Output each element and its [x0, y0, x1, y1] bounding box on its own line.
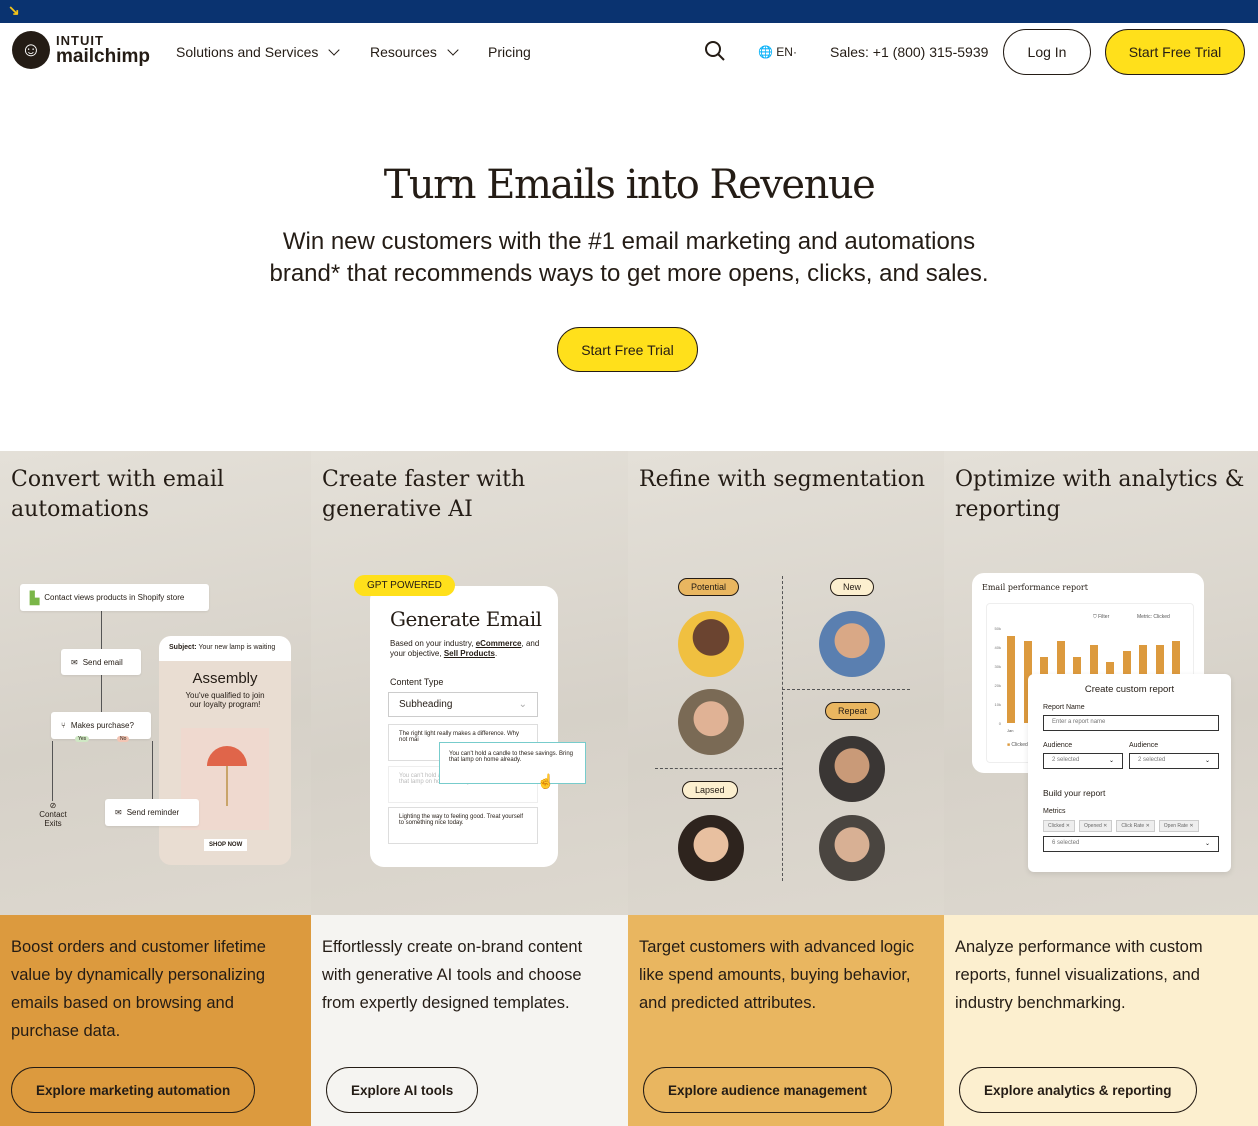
logo-mailchimp: mailchimp: [56, 46, 150, 67]
nav-solutions[interactable]: Solutions and Services: [176, 44, 341, 60]
envelope-icon: ✉: [71, 657, 78, 667]
chevron-down-icon: ⌄: [518, 699, 527, 710]
gpt-powered-badge: GPT POWERED: [354, 575, 455, 596]
feature-title: Convert with email automations: [11, 467, 224, 522]
mailchimp-logo[interactable]: ☺ INTUIT mailchimp: [12, 31, 150, 69]
feature-desc: Target customers with advanced logic lik…: [639, 938, 915, 1012]
feature-ai: Create faster with generative AI Generat…: [311, 451, 628, 1126]
avatar: [678, 689, 744, 755]
chevron-down-icon: [447, 44, 459, 56]
trigger-step: ▙ Contact views products in Shopify store: [20, 584, 209, 611]
y-tick: 20k: [994, 683, 1001, 688]
feature-desc: Analyze performance with custom reports,…: [955, 938, 1203, 1012]
metric-chip[interactable]: Click Rate ✕: [1116, 820, 1155, 832]
metric-chip[interactable]: Open Rate ✕: [1158, 820, 1199, 832]
audience-select[interactable]: 2 selected ⌄: [1043, 753, 1123, 769]
language-selector[interactable]: 🌐 EN·: [758, 45, 797, 59]
avatar: [678, 815, 744, 881]
no-tag: No: [117, 736, 130, 742]
top-banner: ↘: [0, 0, 1258, 23]
feature-desc: Boost orders and customer lifetime value…: [11, 938, 266, 1040]
hero-start-trial-button[interactable]: Start Free Trial: [557, 327, 698, 372]
segment-potential: Potential: [678, 578, 740, 596]
check-circle-icon: ⊘: [49, 801, 57, 810]
main-nav: ☺ INTUIT mailchimp Solutions and Services…: [0, 23, 1258, 81]
arrow-down-right-icon[interactable]: ↘: [8, 2, 20, 19]
custom-report-modal: Create custom report Report Name Enter a…: [1028, 674, 1231, 872]
yes-tag: Yes: [75, 736, 90, 742]
email-preview: Subject: Your new lamp is waiting Assemb…: [159, 636, 291, 865]
shopify-icon: ▙: [30, 590, 40, 605]
segment-lapsed: Lapsed: [682, 781, 738, 799]
explore-ai-button[interactable]: Explore AI tools: [326, 1067, 479, 1113]
hand-cursor-icon: ☝: [537, 773, 555, 789]
feature-segmentation: Refine with segmentation Potential New R…: [628, 451, 944, 1126]
y-tick: 0: [998, 721, 1001, 726]
explore-audience-button[interactable]: Explore audience management: [643, 1067, 892, 1113]
generate-email-card: Generate Email Based on your industry, e…: [370, 586, 558, 867]
contact-exits: ⊘ Contact Exits: [30, 801, 76, 828]
report-name-input[interactable]: Enter a report name: [1043, 715, 1219, 731]
y-tick: 40k: [994, 645, 1001, 650]
globe-icon: 🌐: [758, 45, 773, 59]
shop-now-button: SHOP NOW: [204, 839, 248, 851]
chart-bar: [1007, 635, 1015, 723]
y-tick: 30k: [994, 664, 1001, 669]
metrics-select[interactable]: 6 selected ⌄: [1043, 836, 1219, 852]
y-tick: 10k: [994, 702, 1001, 707]
nav-resources[interactable]: Resources: [370, 44, 459, 60]
avatar: [819, 611, 885, 677]
avatar: [819, 736, 885, 802]
envelope-icon: ✉: [115, 808, 122, 817]
hero-title: Turn Emails into Revenue: [383, 162, 876, 208]
start-trial-nav-button[interactable]: Start Free Trial: [1105, 29, 1245, 75]
content-type-select[interactable]: Subheading ⌄: [388, 692, 538, 717]
feature-title: Optimize with analytics & reporting: [955, 467, 1245, 522]
search-icon[interactable]: [704, 40, 726, 62]
y-tick: 50k: [994, 626, 1001, 631]
feature-automation: Convert with email automations ▙ Contact …: [0, 451, 311, 1126]
metric-select[interactable]: Metric: Clicked: [1137, 614, 1170, 620]
freddie-icon: ☺: [12, 31, 50, 69]
feature-analytics: Optimize with analytics & reporting Emai…: [944, 451, 1258, 1126]
nav-pricing[interactable]: Pricing: [488, 44, 531, 60]
avatar: [819, 815, 885, 881]
explore-automation-button[interactable]: Explore marketing automation: [11, 1067, 256, 1113]
metric-chip[interactable]: Clicked ✕: [1043, 820, 1075, 832]
feature-title: Create faster with generative AI: [322, 467, 526, 522]
metric-chip[interactable]: Opened ✕: [1079, 820, 1113, 832]
login-button[interactable]: Log In: [1003, 29, 1091, 75]
audience-select[interactable]: 2 selected ⌄: [1129, 753, 1219, 769]
hero-subtitle: Win new customers with the #1 email mark…: [269, 228, 989, 287]
send-reminder-step: ✉ Send reminder: [105, 799, 199, 826]
feature-desc: Effortlessly create on-brand content wit…: [322, 938, 583, 1012]
avatar: [678, 611, 744, 677]
feature-title: Refine with segmentation: [639, 467, 925, 492]
segment-new: New: [830, 578, 875, 596]
chevron-down-icon: [328, 44, 341, 56]
suggestion-popup[interactable]: You can't hold a candle to these savings…: [439, 742, 586, 784]
split-icon: ⑂: [61, 721, 66, 730]
segment-repeat: Repeat: [825, 702, 881, 720]
send-email-step: ✉ Send email: [61, 649, 141, 675]
explore-analytics-button[interactable]: Explore analytics & reporting: [959, 1067, 1197, 1113]
filter-button[interactable]: ⛉ Filter: [1093, 614, 1109, 620]
decision-step: ⑂ Makes purchase?: [51, 712, 151, 739]
sales-phone[interactable]: Sales: +1 (800) 315-5939: [830, 44, 988, 60]
